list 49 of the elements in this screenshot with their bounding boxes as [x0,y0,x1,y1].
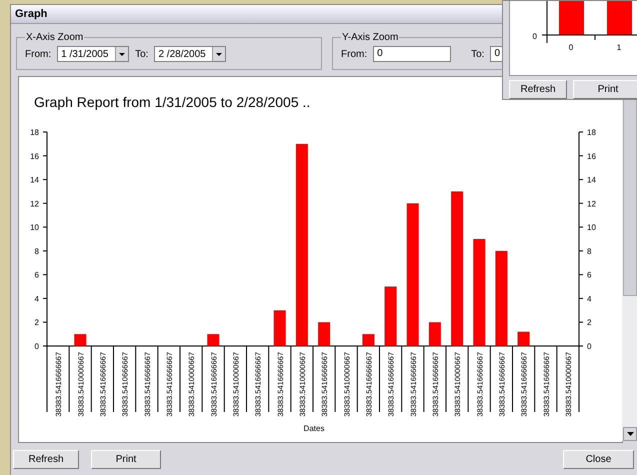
tick-label: 1 [616,43,622,52]
print-button[interactable]: Print [573,80,637,99]
close-button[interactable]: Close [563,450,634,469]
down-arrow-icon[interactable] [626,432,634,436]
tick-label: 12 [587,199,596,208]
tick-label: 2 [587,318,592,328]
chart-title: Graph Report from 1/31/2005 to 2/28/2005 .. [34,94,310,110]
tick-label: 4 [587,294,592,304]
tick-label: 0 [532,32,537,41]
from-input-field[interactable]: 0 [373,46,452,62]
tick-label: 10 [30,223,39,232]
tick-label: 0 [587,342,592,351]
to-label: To: [135,48,148,60]
group-legend: Y-Axis Zoom [341,32,400,43]
tick-label: 18 [587,128,596,137]
print-button[interactable]: Print [91,450,161,469]
tick-label: 2 [34,318,39,328]
to-date-dropdown[interactable]: 2 /28/2005 [154,46,226,62]
from-label: From: [341,48,368,60]
axis-label: Dates [304,424,324,433]
tick-label: 4 [34,294,39,304]
tick-label: 16 [587,152,596,161]
tick-label: 10 [587,223,596,232]
from-date-dropdown[interactable]: 1 /31/2005 [57,46,130,62]
tick-label: 12 [30,199,39,208]
bar [428,322,441,346]
bar [518,332,530,346]
to-label: To: [471,48,484,60]
tick-label: 6 [587,270,592,280]
tick-label: 14 [587,176,596,185]
tick-label: 8 [587,246,592,256]
group-legend: X-Axis Zoom [25,32,84,43]
refresh-button[interactable]: Refresh [13,450,79,469]
tick-label: 0 [568,43,574,52]
scroll-down-button[interactable] [623,427,637,441]
bar [207,334,220,346]
tick-label: 8 [34,246,39,256]
tick-label: 14 [30,176,39,185]
bar [74,334,86,346]
bar [384,286,397,346]
tick-label: 0 [34,342,39,351]
tick-label: 18 [30,128,39,137]
tick-label: 6 [34,270,39,280]
from-label: From: [25,48,52,60]
tick-label: 16 [30,152,39,161]
bar [318,322,330,346]
refresh-button[interactable]: Refresh [509,80,567,99]
bar [362,334,374,346]
bar [274,310,286,346]
